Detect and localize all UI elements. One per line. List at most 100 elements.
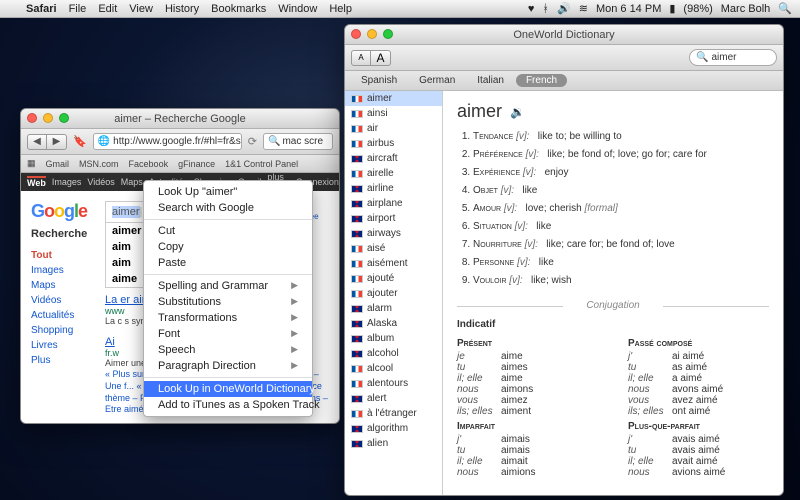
leftnav-item[interactable]: Shopping [31, 323, 93, 338]
word-list-item[interactable]: ainsi [345, 106, 442, 121]
word-list-item[interactable]: ajouter [345, 286, 442, 301]
reload-button[interactable]: ⟳ [248, 135, 257, 148]
word-list-item[interactable]: alien [345, 436, 442, 451]
wifi-icon[interactable]: ≋ [579, 2, 588, 15]
zoom-button[interactable] [59, 113, 69, 123]
back-button[interactable]: ◀ [27, 134, 47, 150]
word-list-item[interactable]: algorithm [345, 421, 442, 436]
leftnav-item[interactable]: Tout [31, 248, 93, 263]
zoom-button[interactable] [383, 29, 393, 39]
spotlight-icon[interactable]: 🔍 [778, 2, 792, 15]
tab-german[interactable]: German [409, 74, 465, 87]
word-list-item[interactable]: aisé [345, 241, 442, 256]
close-button[interactable] [27, 113, 37, 123]
ctx-transformations[interactable]: Transformations▶ [144, 310, 312, 326]
menu-file[interactable]: File [69, 3, 87, 15]
word-list-item[interactable]: airways [345, 226, 442, 241]
menu-bookmarks[interactable]: Bookmarks [211, 3, 266, 15]
conjugation-row: tuas aimé [628, 362, 769, 373]
bookmark-button[interactable]: 🔖 [73, 135, 87, 148]
close-button[interactable] [351, 29, 361, 39]
headword: aimer 🔉 [457, 101, 769, 122]
bluetooth-icon[interactable]: ᚼ [542, 3, 549, 15]
word-list-item[interactable]: alarm [345, 301, 442, 316]
clock[interactable]: Mon 6 14 PM [596, 3, 661, 15]
ctx-substitutions[interactable]: Substitutions▶ [144, 294, 312, 310]
ctx-copy[interactable]: Copy [144, 239, 312, 255]
bookmark-item[interactable]: gFinance [178, 159, 215, 169]
user-menu[interactable]: Marc Bolh [721, 3, 771, 15]
menu-history[interactable]: History [165, 3, 199, 15]
word-list-item[interactable]: ajouté [345, 271, 442, 286]
ctx-spelling[interactable]: Spelling and Grammar▶ [144, 278, 312, 294]
conjugation-header: Conjugation [457, 300, 769, 311]
window-title: OneWorld Dictionary [513, 29, 614, 41]
tab-italian[interactable]: Italian [467, 74, 514, 87]
word-list-item[interactable]: alentours [345, 376, 442, 391]
gbar-item[interactable]: Images [52, 177, 82, 187]
leftnav-item[interactable]: Livres [31, 338, 93, 353]
word-list-item[interactable]: alcool [345, 361, 442, 376]
menu-window[interactable]: Window [278, 3, 317, 15]
safari-titlebar[interactable]: aimer – Recherche Google [21, 109, 339, 129]
word-list-item[interactable]: air [345, 121, 442, 136]
ctx-lookup[interactable]: Look Up "aimer" [144, 184, 312, 200]
leftnav-item[interactable]: Plus [31, 353, 93, 368]
ctx-paragraph[interactable]: Paragraph Direction▶ [144, 358, 312, 374]
ctx-speech[interactable]: Speech▶ [144, 342, 312, 358]
minimize-button[interactable] [367, 29, 377, 39]
sound-icon[interactable]: 🔊 [557, 2, 571, 15]
word-list-item[interactable]: alert [345, 391, 442, 406]
dict-search-field[interactable]: 🔍 aimer [689, 49, 777, 66]
font-smaller-button[interactable]: A [351, 50, 371, 66]
word-list-item[interactable]: aircraft [345, 151, 442, 166]
word-list-item[interactable]: aimer [345, 91, 442, 106]
ctx-add-itunes[interactable]: Add to iTunes as a Spoken Track [144, 397, 312, 413]
word-list-item[interactable]: à l'étranger [345, 406, 442, 421]
word-list-item[interactable]: airplane [345, 196, 442, 211]
word-list-item[interactable]: airbus [345, 136, 442, 151]
gbar-item[interactable]: Web [27, 176, 46, 188]
forward-button[interactable]: ▶ [47, 134, 67, 150]
menu-edit[interactable]: Edit [98, 3, 117, 15]
ctx-paste[interactable]: Paste [144, 255, 312, 271]
address-field[interactable]: 🌐 http://www.google.fr/#hl=fr&sug… [93, 133, 242, 150]
word-list-item[interactable]: airline [345, 181, 442, 196]
word-list[interactable]: aimerainsiairairbusaircraftairelleairlin… [345, 91, 443, 495]
tab-french[interactable]: French [516, 74, 567, 87]
ctx-cut[interactable]: Cut [144, 223, 312, 239]
gbar-item[interactable]: Maps [121, 177, 143, 187]
tab-spanish[interactable]: Spanish [351, 74, 407, 87]
word-list-item[interactable]: aisément [345, 256, 442, 271]
word-list-item[interactable]: Alaska [345, 316, 442, 331]
font-larger-button[interactable]: A [371, 50, 391, 66]
ctx-lookup-oneworld[interactable]: Look Up in OneWorld Dictionary [144, 381, 312, 397]
menu-view[interactable]: View [129, 3, 153, 15]
bookmark-item[interactable]: MSN.com [79, 159, 119, 169]
battery-icon[interactable]: ▮ [669, 2, 675, 15]
gbar-item[interactable]: Vidéos [87, 177, 114, 187]
bookmark-item[interactable]: 1&1 Control Panel [225, 159, 298, 169]
dict-titlebar[interactable]: OneWorld Dictionary [345, 25, 783, 45]
menuextra-icon[interactable]: ♥ [528, 3, 535, 15]
bookmarks-icon[interactable]: ▦ [27, 158, 36, 169]
minimize-button[interactable] [43, 113, 53, 123]
search-field[interactable]: 🔍 mac scre [263, 133, 333, 150]
leftnav-item[interactable]: Actualités [31, 308, 93, 323]
bookmark-item[interactable]: Facebook [129, 159, 169, 169]
word-list-item[interactable]: airport [345, 211, 442, 226]
word-list-item[interactable]: airelle [345, 166, 442, 181]
menu-help[interactable]: Help [329, 3, 352, 15]
ctx-search-google[interactable]: Search with Google [144, 200, 312, 216]
leftnav-item[interactable]: Images [31, 263, 93, 278]
google-logo[interactable]: Google [31, 201, 93, 222]
bookmark-item[interactable]: Gmail [46, 159, 70, 169]
pronounce-button[interactable]: 🔉 [510, 105, 525, 119]
leftnav-item[interactable]: Vidéos [31, 293, 93, 308]
word-list-item[interactable]: album [345, 331, 442, 346]
word-list-item[interactable]: alcohol [345, 346, 442, 361]
ctx-font[interactable]: Font▶ [144, 326, 312, 342]
word-text: album [367, 333, 394, 344]
leftnav-item[interactable]: Maps [31, 278, 93, 293]
app-menu[interactable]: Safari [26, 3, 57, 15]
